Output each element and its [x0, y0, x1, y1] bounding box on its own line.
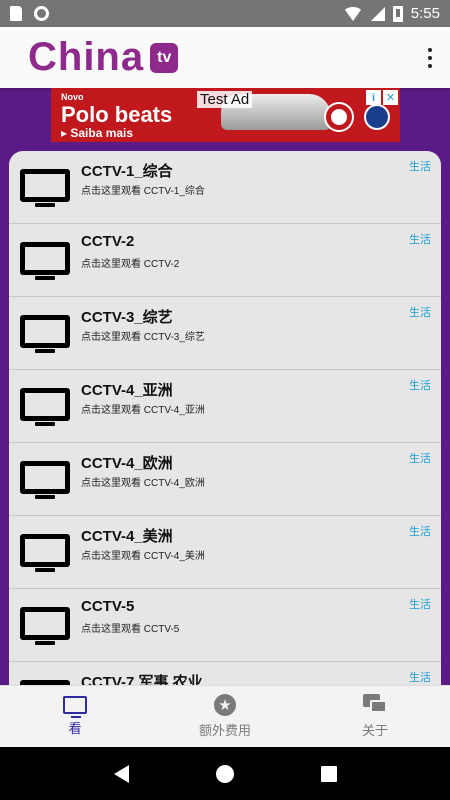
beats-logo-icon	[326, 104, 352, 130]
status-bar: 5:55	[0, 0, 450, 27]
channel-row[interactable]: CCTV-1_综合点击这里观看 CCTV-1_综合 生活	[9, 151, 441, 224]
app-bar: China tv	[0, 27, 450, 88]
back-icon[interactable]	[113, 764, 129, 783]
tv-icon	[20, 461, 70, 499]
overflow-menu-button[interactable]	[410, 27, 450, 88]
channel-subtitle: 点击这里观看 CCTV-3_综艺	[81, 332, 205, 343]
ad-label: Test Ad	[197, 91, 253, 108]
nav-watch[interactable]: 看	[0, 686, 150, 747]
channel-category-tag: 生活	[409, 453, 431, 465]
logo-text: China	[28, 35, 145, 79]
channel-row[interactable]: CCTV-4_亚洲点击这里观看 CCTV-4_亚洲 生活	[9, 370, 441, 443]
channel-row[interactable]: CCTV-3_综艺点击这里观看 CCTV-3_综艺 生活	[9, 297, 441, 370]
tv-icon	[20, 607, 70, 645]
battery-icon	[392, 5, 403, 22]
channel-title: CCTV-7 军事 农业	[81, 674, 203, 685]
ad-banner[interactable]: Novo Polo beats ▸ Saiba mais Test Ad i ✕	[51, 88, 400, 142]
home-icon[interactable]	[215, 764, 234, 783]
nav-watch-label: 看	[68, 721, 82, 736]
channel-category-tag: 生活	[409, 234, 431, 246]
tv-icon	[63, 696, 87, 718]
app-logo: China tv	[28, 35, 179, 80]
nav-about-label: 关于	[361, 723, 388, 738]
channel-category-tag: 生活	[409, 307, 431, 319]
channel-row[interactable]: CCTV-4_欧洲点击这里观看 CCTV-4_欧洲 生活	[9, 443, 441, 516]
wifi-icon	[342, 6, 363, 21]
tv-icon	[20, 242, 70, 280]
ad-subtitle: ▸ Saiba mais	[61, 126, 134, 140]
channel-title: CCTV-4_亚洲	[81, 382, 173, 399]
system-navigation-bar	[0, 747, 450, 800]
channel-row[interactable]: CCTV-5 点击这里观看 CCTV-5 生活	[9, 589, 441, 662]
channel-title: CCTV-5	[81, 598, 135, 615]
recents-icon[interactable]	[320, 765, 337, 782]
channel-subtitle: 点击这里观看 CCTV-2	[81, 259, 180, 270]
channel-row[interactable]: CCTV-2 点击这里观看 CCTV-2 生活	[9, 224, 441, 297]
tv-icon	[20, 315, 70, 353]
ad-info-icon[interactable]: i	[366, 90, 381, 105]
channel-row[interactable]: CCTV-7 军事 农业 生活	[9, 662, 441, 685]
channel-subtitle: 点击这里观看 CCTV-4_欧洲	[81, 478, 205, 489]
signal-icon	[370, 6, 385, 21]
ad-close-icon[interactable]: ✕	[383, 90, 398, 105]
nav-extra-fees-label: 额外费用	[198, 723, 251, 738]
channel-subtitle: 点击这里观看 CCTV-1_综合	[81, 186, 205, 197]
vw-logo-icon	[364, 104, 390, 130]
ad-small-text: Novo	[61, 92, 84, 102]
chat-icon	[363, 694, 387, 716]
tv-icon	[20, 169, 70, 207]
channel-title: CCTV-1_综合	[81, 163, 173, 180]
channel-subtitle: 点击这里观看 CCTV-4_亚洲	[81, 405, 205, 416]
ad-title: Polo beats	[61, 102, 173, 127]
star-icon: ★	[214, 694, 236, 716]
channel-category-tag: 生活	[409, 599, 431, 611]
channel-title: CCTV-4_欧洲	[81, 455, 173, 472]
channel-title: CCTV-4_美洲	[81, 528, 173, 545]
nav-extra-fees[interactable]: ★ 额外费用	[150, 686, 300, 747]
channel-list[interactable]: CCTV-1_综合 点击这里观看 CCTV-1_综合 生活 CCTV-2 点击这里观看 …	[9, 151, 441, 685]
channel-category-tag: 生活	[409, 526, 431, 538]
channel-category-tag: 生活	[409, 672, 431, 684]
channel-title: CCTV-2	[81, 233, 135, 250]
sync-icon	[34, 6, 49, 21]
channel-category-tag: 生活	[409, 161, 431, 173]
menu-dot-icon	[428, 47, 432, 52]
channel-title: CCTV-3_综艺	[81, 309, 173, 326]
status-time: 5:55	[410, 5, 440, 22]
menu-dot-icon	[428, 55, 432, 60]
bottom-navigation: 看 ★ 额外费用 关于	[0, 685, 450, 747]
nav-about[interactable]: 关于	[300, 686, 450, 747]
logo-badge: tv	[150, 42, 179, 73]
tv-icon	[20, 388, 70, 426]
channel-row[interactable]: CCTV-4_美洲点击这里观看 CCTV-4_美洲 生活	[9, 516, 441, 589]
sd-card-icon	[10, 6, 22, 21]
channel-subtitle: 点击这里观看 CCTV-4_美洲	[81, 551, 205, 562]
channel-subtitle: 点击这里观看 CCTV-5	[81, 624, 180, 635]
tv-icon	[20, 534, 70, 572]
menu-dot-icon	[428, 63, 432, 68]
channel-category-tag: 生活	[409, 380, 431, 392]
